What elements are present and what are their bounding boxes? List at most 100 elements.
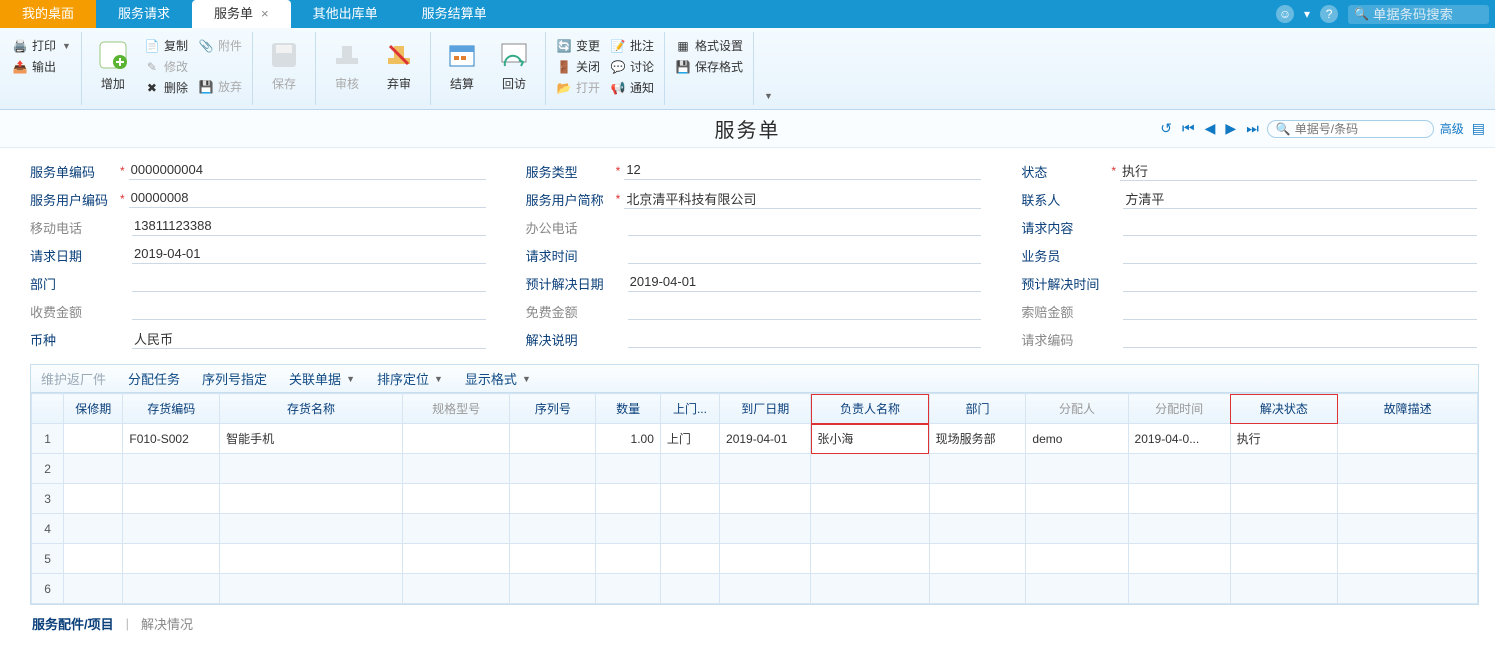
advanced-link[interactable]: 高级 (1440, 120, 1464, 137)
barcode-search-input[interactable] (1373, 7, 1483, 22)
cell-invname[interactable]: 智能手机 (220, 424, 403, 454)
field-reqno[interactable] (1123, 330, 1477, 348)
field-sales[interactable] (1123, 246, 1477, 264)
cell-owner[interactable] (811, 544, 929, 574)
cell-invname[interactable] (220, 484, 403, 514)
field-type[interactable]: 12 (624, 162, 981, 180)
cell-arrdate[interactable] (720, 574, 811, 604)
cell-warranty[interactable] (64, 484, 123, 514)
cell-invcode[interactable]: F010-S002 (123, 424, 220, 454)
cell-spec[interactable] (402, 514, 510, 544)
reject-button[interactable]: 弃审 (376, 36, 422, 94)
field-mobile[interactable]: 13811123388 (132, 218, 486, 236)
cell-invcode[interactable] (123, 514, 220, 544)
cell-dept[interactable] (929, 484, 1026, 514)
cell-warranty[interactable] (64, 544, 123, 574)
cell-arrdate[interactable] (720, 454, 811, 484)
attach-button[interactable]: 📎附件 (196, 36, 244, 55)
col-assigntime[interactable]: 分配时间 (1128, 394, 1230, 424)
tab-service-order[interactable]: 服务单× (192, 0, 291, 28)
col-serial[interactable]: 序列号 (510, 394, 596, 424)
cell-fault[interactable] (1338, 544, 1478, 574)
col-assignee[interactable]: 分配人 (1026, 394, 1128, 424)
cell-warranty[interactable] (64, 514, 123, 544)
col-dept[interactable]: 部门 (929, 394, 1026, 424)
field-reqcontent[interactable] (1123, 218, 1477, 236)
cell-assigntime[interactable] (1128, 484, 1230, 514)
approve-button[interactable]: 📝批注 (608, 36, 656, 55)
tab-other-out[interactable]: 其他出库单 (291, 0, 400, 28)
cell-visit[interactable] (660, 514, 719, 544)
cell-fault[interactable] (1338, 454, 1478, 484)
action-serial-assign[interactable]: 序列号指定 (202, 369, 267, 388)
tab-settlement[interactable]: 服务结算单 (400, 0, 509, 28)
close-icon[interactable]: × (261, 6, 269, 21)
cell-qty[interactable] (596, 544, 661, 574)
cell-visit[interactable] (660, 574, 719, 604)
cell-serial[interactable] (510, 454, 596, 484)
field-reqdate[interactable]: 2019-04-01 (132, 246, 486, 264)
cell-status[interactable] (1230, 454, 1338, 484)
record-search[interactable]: 🔍 (1267, 120, 1434, 138)
cell-status[interactable] (1230, 574, 1338, 604)
cell-arrdate[interactable]: 2019-04-01 (720, 424, 811, 454)
cell-assignee[interactable] (1026, 484, 1128, 514)
action-display-format[interactable]: 显示格式▼ (465, 369, 531, 388)
field-dept[interactable] (132, 274, 486, 292)
cell-assignee[interactable] (1026, 454, 1128, 484)
cell-dept[interactable] (929, 544, 1026, 574)
col-warranty[interactable]: 保修期 (64, 394, 123, 424)
cell-assignee[interactable]: demo (1026, 424, 1128, 454)
cell-owner[interactable] (811, 574, 929, 604)
col-owner[interactable]: 负责人名称 (811, 394, 929, 424)
cell-assigntime[interactable]: 2019-04-0... (1128, 424, 1230, 454)
undo-icon[interactable]: ↺ (1158, 120, 1174, 137)
cell-visit[interactable]: 上门 (660, 424, 719, 454)
ribbon-overflow-icon[interactable]: ▼ (764, 91, 773, 101)
cell-spec[interactable] (402, 454, 510, 484)
cell-dept[interactable]: 现场服务部 (929, 424, 1026, 454)
cell-spec[interactable] (402, 484, 510, 514)
cell-assigntime[interactable] (1128, 574, 1230, 604)
action-maintain-return[interactable]: 维护返厂件 (41, 369, 106, 388)
export-button[interactable]: 📤输出 (10, 57, 73, 76)
cell-arrdate[interactable] (720, 544, 811, 574)
modify-button[interactable]: ✎修改 (142, 57, 190, 76)
cell-qty[interactable] (596, 514, 661, 544)
cell-dept[interactable] (929, 514, 1026, 544)
table-row[interactable]: 1F010-S002智能手机1.00上门2019-04-01张小海现场服务部de… (32, 424, 1478, 454)
field-reqtime[interactable] (628, 246, 982, 264)
action-related-doc[interactable]: 关联单据▼ (289, 369, 355, 388)
cell-spec[interactable] (402, 424, 510, 454)
open-button[interactable]: 📂打开 (554, 78, 602, 97)
caret-down-icon[interactable]: ▾ (1304, 7, 1310, 21)
field-status[interactable]: 执行 (1120, 161, 1477, 181)
cell-warranty[interactable] (64, 424, 123, 454)
field-estdate[interactable]: 2019-04-01 (628, 274, 982, 292)
close-button[interactable]: 🚪关闭 (554, 57, 602, 76)
table-row[interactable]: 5 (32, 544, 1478, 574)
revisit-button[interactable]: 回访 (491, 36, 537, 94)
field-contact[interactable]: 方清平 (1123, 189, 1477, 209)
add-button[interactable]: 增加 (90, 36, 136, 94)
field-claim[interactable] (1123, 302, 1477, 320)
cell-assigntime[interactable] (1128, 514, 1230, 544)
cell-warranty[interactable] (64, 454, 123, 484)
cell-qty[interactable] (596, 574, 661, 604)
field-fee[interactable] (132, 302, 486, 320)
cell-arrdate[interactable] (720, 514, 811, 544)
col-fault[interactable]: 故障描述 (1338, 394, 1478, 424)
cell-invcode[interactable] (123, 544, 220, 574)
table-row[interactable]: 4 (32, 514, 1478, 544)
tab-service-request[interactable]: 服务请求 (96, 0, 192, 28)
settle-button[interactable]: 结算 (439, 36, 485, 94)
cell-invname[interactable] (220, 544, 403, 574)
cell-warranty[interactable] (64, 574, 123, 604)
cell-serial[interactable] (510, 514, 596, 544)
cell-invcode[interactable] (123, 484, 220, 514)
col-visit[interactable]: 上门... (660, 394, 719, 424)
cell-invname[interactable] (220, 514, 403, 544)
format-settings-button[interactable]: ▦格式设置 (673, 36, 745, 55)
field-ophone[interactable] (628, 218, 982, 236)
cell-qty[interactable] (596, 454, 661, 484)
